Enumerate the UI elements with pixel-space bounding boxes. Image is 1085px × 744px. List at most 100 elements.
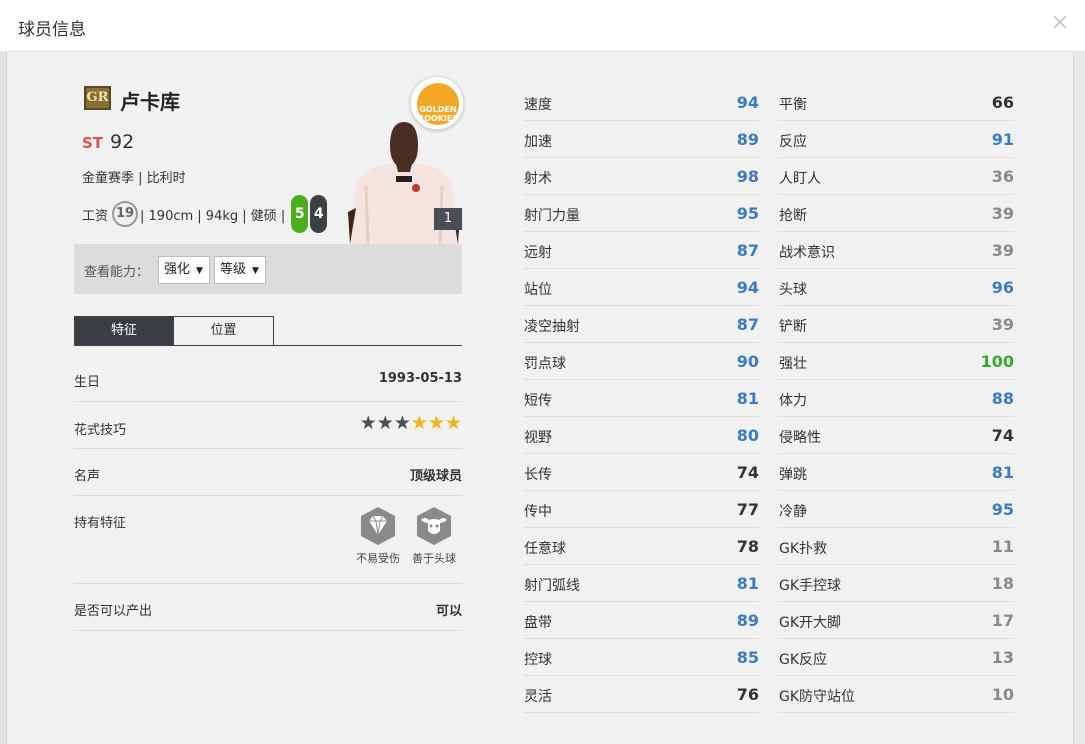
- stat-row: 远射 87: [523, 232, 759, 269]
- left-edge: [0, 52, 7, 744]
- stat-name: 冷静: [779, 504, 807, 520]
- filter-label: 查看能力：: [84, 265, 150, 280]
- stat-row: 抢断 39: [778, 195, 1014, 232]
- salary-badge: 19: [112, 201, 139, 227]
- stat-name: GK扑救: [779, 541, 828, 557]
- player-overall: 92: [110, 131, 135, 153]
- star-icon: ★: [376, 412, 394, 434]
- trait-label: 不易受伤: [356, 552, 400, 565]
- stat-row: 射门弧线 81: [523, 565, 759, 602]
- scrollbar[interactable]: [1073, 52, 1085, 744]
- stat-name: 弹跳: [779, 467, 807, 483]
- trait-item[interactable]: 不易受伤: [350, 506, 406, 566]
- stat-row: 短传 81: [523, 380, 759, 417]
- stat-row: 站位 94: [523, 269, 759, 306]
- stat-value: 95: [991, 500, 1014, 519]
- card-level: 1: [434, 208, 462, 230]
- stat-row: 人盯人 36: [778, 158, 1014, 195]
- stat-name: 侵略性: [779, 430, 821, 446]
- stat-row: 侵略性 74: [778, 417, 1014, 454]
- stat-name: 体力: [779, 393, 807, 409]
- stat-value: 80: [736, 426, 759, 445]
- stat-name: 速度: [524, 97, 552, 113]
- chevron-down-icon: ▼: [196, 266, 203, 276]
- stat-value: 10: [991, 685, 1014, 704]
- stat-value: 17: [991, 611, 1014, 630]
- stat-value: 39: [991, 204, 1014, 223]
- dialog-titlebar: 球员信息 ×: [0, 0, 1085, 52]
- stat-name: 远射: [524, 245, 552, 261]
- stat-value: 85: [736, 648, 759, 667]
- stat-name: 强壮: [779, 356, 807, 372]
- stat-name: GK手控球: [779, 578, 842, 594]
- tab-position[interactable]: 位置: [174, 316, 274, 346]
- stat-name: 罚点球: [524, 356, 566, 372]
- star-outline-icon: ★: [410, 412, 428, 434]
- stat-row: 射术 98: [523, 158, 759, 195]
- stat-name: 灵活: [524, 689, 552, 705]
- stat-name: 任意球: [524, 541, 566, 557]
- tab-traits[interactable]: 特征: [74, 316, 174, 346]
- foot-rating: 5 4: [291, 195, 328, 233]
- stat-value: 81: [991, 463, 1014, 482]
- stat-row: 传中 77: [523, 491, 759, 528]
- info-tabs: 特征 位置: [74, 316, 274, 346]
- stat-name: GK反应: [779, 652, 828, 668]
- stat-value: 39: [991, 241, 1014, 260]
- stat-name: 铲断: [779, 319, 807, 335]
- enhance-select[interactable]: 强化 ▼: [158, 256, 210, 284]
- trait-item[interactable]: 善于头球: [406, 506, 462, 566]
- stat-row: 平衡 66: [778, 84, 1014, 121]
- left-foot-badge: 5: [291, 195, 309, 233]
- stat-value: 66: [991, 93, 1014, 112]
- stat-value: 74: [991, 426, 1014, 445]
- close-icon[interactable]: ×: [1051, 12, 1069, 34]
- produce-value: 可以: [435, 604, 462, 619]
- golden-rookies-badge: GOLDEN ROOKIES: [417, 83, 459, 125]
- stat-row: 射门力量 95: [523, 195, 759, 232]
- birthday-row: 生日 1993-05-13: [74, 346, 462, 402]
- stat-name: 盘带: [524, 615, 552, 631]
- stat-name: 长传: [524, 467, 552, 483]
- skill-row: 花式技巧 ★★★★★★: [74, 402, 462, 449]
- stat-value: 18: [991, 574, 1014, 593]
- trait-label: 善于头球: [412, 552, 456, 565]
- level-select-value: 等级: [220, 262, 247, 277]
- stat-row: 强壮 100: [778, 343, 1014, 380]
- diamond-icon: [361, 507, 395, 545]
- stat-name: 人盯人: [779, 171, 821, 187]
- player-position: ST: [82, 134, 104, 152]
- stat-row: GK反应 13: [778, 639, 1014, 676]
- stat-name: 控球: [524, 652, 552, 668]
- bull-icon: [417, 507, 451, 545]
- stat-row: 罚点球 90: [523, 343, 759, 380]
- stat-value: 94: [736, 278, 759, 297]
- produce-label: 是否可以产出: [74, 604, 153, 619]
- stat-row: GK手控球 18: [778, 565, 1014, 602]
- stat-row: GK防守站位 10: [778, 676, 1014, 713]
- stat-value: 96: [991, 278, 1014, 297]
- stat-value: 36: [991, 167, 1014, 186]
- fame-value: 顶级球员: [409, 469, 462, 484]
- stat-name: 加速: [524, 134, 552, 150]
- level-select[interactable]: 等级 ▼: [214, 256, 266, 284]
- birthday-label: 生日: [74, 375, 101, 390]
- chevron-down-icon: ▼: [252, 266, 259, 276]
- stat-name: GK防守站位: [779, 689, 856, 705]
- season-line: 金童赛季 | 比利时: [82, 171, 186, 186]
- stat-row: 冷静 95: [778, 491, 1014, 528]
- stat-row: 铲断 39: [778, 306, 1014, 343]
- stat-value: 13: [991, 648, 1014, 667]
- stat-row: 凌空抽射 87: [523, 306, 759, 343]
- enhance-select-value: 强化: [164, 262, 191, 277]
- right-foot-badge: 4: [310, 195, 328, 233]
- stat-value: 98: [736, 167, 759, 186]
- stat-name: 凌空抽射: [524, 319, 580, 335]
- stat-value: 89: [736, 611, 759, 630]
- stat-value: 76: [736, 685, 759, 704]
- stat-name: 短传: [524, 393, 552, 409]
- stat-row: 视野 80: [523, 417, 759, 454]
- stat-name: GK开大脚: [779, 615, 842, 631]
- stat-value: 81: [736, 389, 759, 408]
- stat-row: 战术意识 39: [778, 232, 1014, 269]
